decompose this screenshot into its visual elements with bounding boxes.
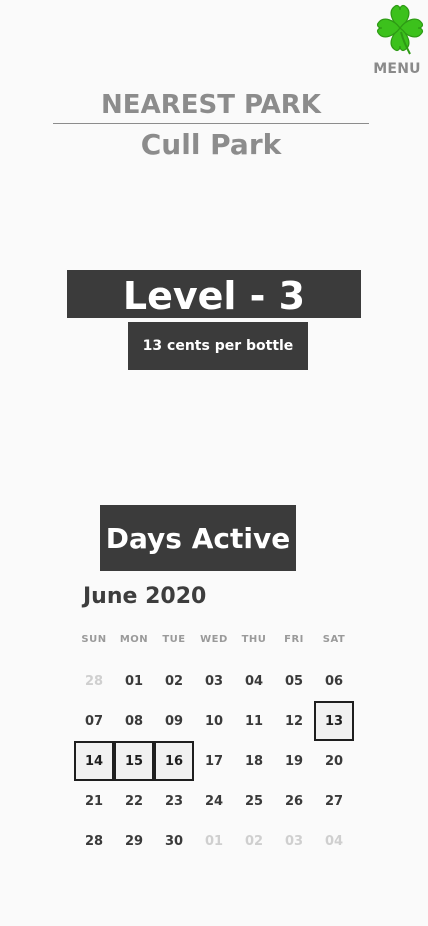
calendar-day[interactable]: 11 [234,701,274,741]
calendar-day[interactable]: 25 [234,781,274,821]
calendar-day[interactable]: 22 [114,781,154,821]
menu-button[interactable]: MENU [366,2,428,82]
calendar-day-grid: 28 01 02 03 04 05 06 07 08 09 10 11 12 13 14 15 16 17 18 19… [74,661,354,861]
calendar-day[interactable]: 03 [274,821,314,861]
calendar-day[interactable]: 08 [114,701,154,741]
weekday-sun: SUN [81,634,107,645]
calendar-day[interactable]: 03 [194,661,234,701]
calendar-day-active[interactable]: 13 [314,701,354,741]
days-active-heading: Days Active [100,505,296,571]
weekday-fri: FRI [284,634,304,645]
calendar-month-title: June 2020 [83,584,207,609]
calendar-day[interactable]: 07 [74,701,114,741]
nearest-park-header: NEAREST PARK Cull Park [53,88,369,162]
calendar-day-active[interactable]: 16 [154,741,194,781]
rate-badge: 13 cents per bottle [128,322,308,370]
calendar-day[interactable]: 01 [194,821,234,861]
level-badge: Level - 3 [67,270,361,318]
calendar-day[interactable]: 05 [274,661,314,701]
calendar-day[interactable]: 01 [114,661,154,701]
calendar-day[interactable]: 28 [74,821,114,861]
calendar-day[interactable]: 06 [314,661,354,701]
calendar-day[interactable]: 24 [194,781,234,821]
park-name: Cull Park [140,128,282,161]
calendar-day[interactable]: 02 [234,821,274,861]
menu-label: MENU [373,61,421,77]
calendar-day[interactable]: 17 [194,741,234,781]
calendar-day[interactable]: 04 [314,821,354,861]
calendar-day[interactable]: 04 [234,661,274,701]
weekday-thu: THU [241,634,267,645]
calendar-day[interactable]: 12 [274,701,314,741]
calendar-day[interactable]: 18 [234,741,274,781]
calendar-day[interactable]: 19 [274,741,314,781]
calendar-day[interactable]: 29 [114,821,154,861]
weekday-wed: WED [200,634,228,645]
calendar-day[interactable]: 21 [74,781,114,821]
weekday-mon: MON [119,634,149,645]
calendar-day[interactable]: 09 [154,701,194,741]
calendar-day[interactable]: 27 [314,781,354,821]
calendar-weekday-row: SUN MON TUE WED THU FRI SAT [74,634,354,645]
clover-icon [376,4,424,55]
calendar-day[interactable]: 20 [314,741,354,781]
park-divider [53,123,369,124]
calendar-day-active[interactable]: 15 [114,741,154,781]
calendar-day[interactable]: 02 [154,661,194,701]
nearest-park-label: NEAREST PARK [101,90,321,120]
calendar-day-active[interactable]: 14 [74,741,114,781]
weekday-tue: TUE [162,634,186,645]
calendar-day[interactable]: 23 [154,781,194,821]
calendar-day[interactable]: 30 [154,821,194,861]
weekday-sat: SAT [322,634,346,645]
calendar-day[interactable]: 28 [74,661,114,701]
calendar-day[interactable]: 10 [194,701,234,741]
calendar-day[interactable]: 26 [274,781,314,821]
